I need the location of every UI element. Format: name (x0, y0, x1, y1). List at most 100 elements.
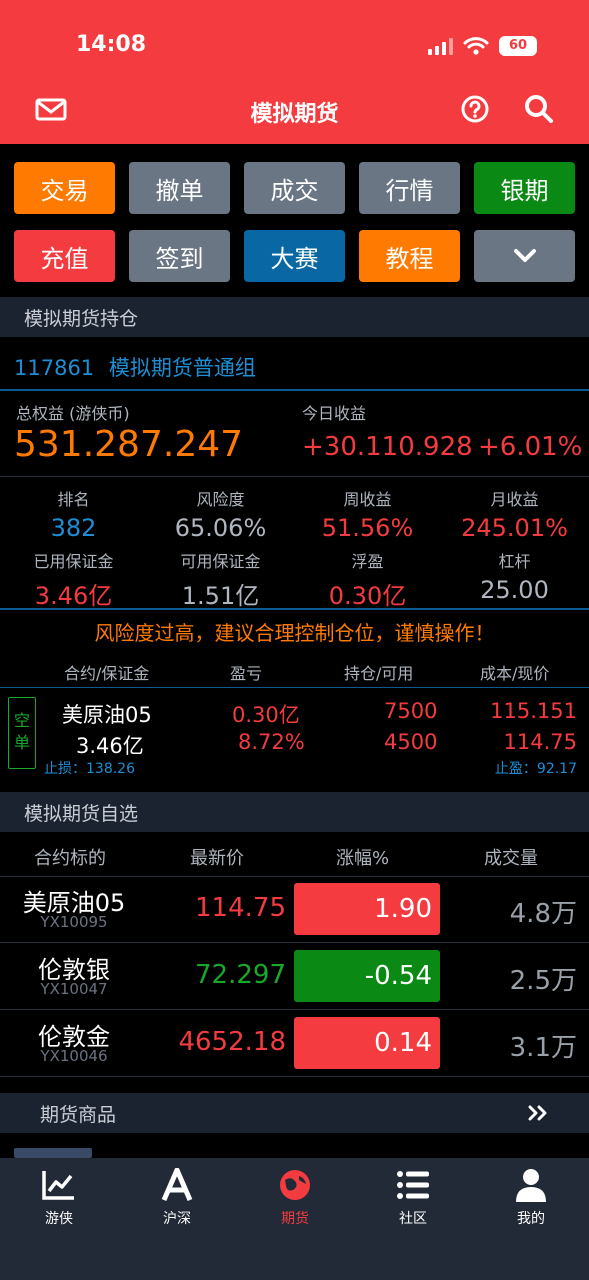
stat-label: 可用保证金 (180, 552, 261, 571)
position-cost: 115.151 (490, 699, 577, 723)
col-header-pnl: 盈亏 (230, 664, 263, 683)
stat-label: 已用保证金 (33, 552, 114, 571)
cancel-order-button[interactable]: 撤单 (129, 162, 230, 214)
tab-community[interactable]: 社区 (354, 1168, 472, 1228)
deals-button[interactable]: 成交 (244, 162, 345, 214)
stat-rank: 排名 382 (0, 486, 147, 542)
stat-label: 杠杆 (498, 552, 531, 571)
col-header-symbol: 合约标的 (34, 848, 106, 869)
volume: 4.8万 (509, 899, 577, 929)
tab-youxia[interactable]: 游侠 (0, 1168, 118, 1228)
position-hold: 7500 (384, 699, 438, 723)
symbol-code: YX10095 (40, 913, 108, 931)
col-header-last-price: 最新价 (190, 848, 244, 869)
tab-label: 社区 (399, 1211, 427, 1227)
col-header-change: 涨幅% (336, 848, 390, 869)
position-available: 4500 (384, 730, 438, 754)
watchlist-row[interactable]: 美原油05 YX10095 114.75 1.90 4.8万 (0, 877, 589, 943)
product-thumbnail[interactable] (14, 1148, 92, 1158)
products-section-header[interactable]: 期货商品 (0, 1093, 589, 1133)
stat-available-margin: 可用保证金 1.51亿 (147, 548, 294, 611)
watchlist-section-header: 模拟期货自选 (0, 792, 589, 832)
stat-label: 浮盈 (351, 552, 384, 571)
trade-button[interactable]: 交易 (14, 162, 115, 214)
battery-icon: 60 (499, 36, 537, 56)
risk-warning: 风险度过高，建议合理控制仓位，谨慎操作！ (94, 621, 495, 645)
today-profit-value: +30.110.928 (302, 432, 473, 462)
short-position-tag: 空单 (8, 697, 36, 769)
equity-value: 531.287.247 (14, 424, 244, 465)
position-pnl-percent: 8.72% (238, 730, 305, 754)
contest-button[interactable]: 大赛 (244, 230, 345, 282)
volume: 3.1万 (509, 1033, 577, 1063)
stat-value: 3.46亿 (34, 582, 113, 610)
col-header-volume: 成交量 (484, 848, 538, 869)
stat-value: 245.01% (461, 514, 568, 542)
divider (0, 608, 589, 610)
account-id: 117861 (14, 356, 95, 380)
list-icon (397, 1171, 429, 1199)
last-price: 72.297 (195, 960, 286, 990)
col-header-contract: 合约/保证金 (64, 664, 150, 683)
watchlist-row[interactable]: 伦敦银 YX10047 72.297 -0.54 2.5万 (0, 944, 589, 1010)
stat-used-margin: 已用保证金 3.46亿 (0, 548, 147, 611)
stat-risk: 风险度 65.06% (147, 486, 294, 542)
status-icons: 60 (428, 36, 537, 56)
today-profit-label: 今日收益 (302, 404, 367, 423)
equity-label: 总权益 (游侠币) (16, 404, 130, 423)
search-icon[interactable] (522, 92, 556, 126)
quotes-button[interactable]: 行情 (359, 162, 460, 214)
recharge-button[interactable]: 充值 (14, 230, 115, 282)
tab-label: 我的 (517, 1211, 545, 1227)
last-price: 114.75 (195, 893, 286, 923)
col-header-cost: 成本/现价 (480, 664, 550, 683)
stat-value: 382 (50, 514, 97, 542)
divider (0, 687, 589, 688)
tutorial-button[interactable]: 教程 (359, 230, 460, 282)
bottom-tab-bar: 游侠 沪深 期货 社区 我的 (0, 1158, 589, 1280)
stat-floating-profit: 浮盈 0.30亿 (294, 548, 441, 611)
help-icon[interactable] (458, 92, 492, 126)
cellular-signal-icon (428, 37, 453, 55)
take-profit: 止盈：92.17 (494, 761, 577, 777)
change-badge: 1.90 (294, 883, 440, 935)
divider (0, 389, 589, 391)
symbol-code: YX10047 (40, 980, 108, 998)
stat-value: 0.30亿 (328, 582, 407, 610)
stat-monthly: 月收益 245.01% (441, 486, 588, 542)
stat-value: 25.00 (480, 576, 549, 604)
tab-label: 沪深 (163, 1211, 191, 1227)
tab-futures[interactable]: 期货 (236, 1168, 354, 1228)
position-contract: 美原油05 (62, 703, 152, 727)
holdings-section-header: 模拟期货持仓 (0, 297, 589, 337)
divider (0, 476, 589, 477)
change-badge: -0.54 (294, 950, 440, 1002)
chevron-down-icon (513, 249, 536, 262)
volume: 2.5万 (509, 966, 577, 996)
bank-futures-button[interactable]: 银期 (474, 162, 575, 214)
stat-value: 1.51亿 (181, 582, 260, 610)
expand-more-button[interactable] (474, 230, 575, 282)
position-price: 114.75 (503, 730, 577, 754)
col-header-position: 持仓/可用 (344, 664, 414, 683)
stat-label: 周收益 (343, 490, 392, 509)
tab-hushen[interactable]: 沪深 (118, 1168, 236, 1228)
stat-label: 风险度 (196, 490, 245, 509)
tab-label: 游侠 (45, 1211, 73, 1227)
stat-leverage: 杠杆 25.00 (441, 548, 588, 604)
tab-mine[interactable]: 我的 (472, 1168, 589, 1228)
user-icon (516, 1169, 546, 1202)
chart-line-icon (42, 1171, 74, 1200)
globe-icon (280, 1170, 310, 1200)
group-name: 模拟期货普通组 (108, 356, 256, 380)
account-info[interactable]: 117861 模拟期货普通组 (14, 352, 256, 382)
stop-loss: 止损：138.26 (44, 761, 135, 777)
products-title: 期货商品 (40, 1103, 117, 1126)
today-profit-percent: +6.01% (478, 432, 583, 462)
position-pnl: 0.30亿 (232, 703, 300, 727)
watchlist-row[interactable]: 伦敦金 YX10046 4652.18 0.14 3.1万 (0, 1011, 589, 1077)
stat-value: 51.56% (321, 514, 414, 542)
checkin-button[interactable]: 签到 (129, 230, 230, 282)
double-chevron-right-icon[interactable] (527, 1105, 549, 1121)
wifi-icon (463, 37, 489, 55)
